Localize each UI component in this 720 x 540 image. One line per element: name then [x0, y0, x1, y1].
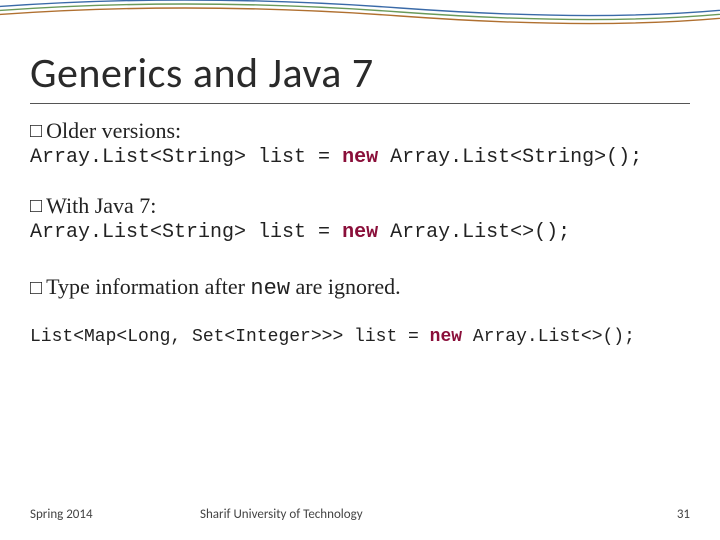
bullet-type-info-ignored: □ Type information after new are ignored… [30, 274, 690, 301]
keyword-new: new [342, 221, 378, 244]
slide-content: Generics and Java 7 □ Older versions: Ar… [30, 48, 690, 347]
code-java7: Array.List<String> list = new Array.List… [30, 221, 690, 244]
bullet-text: With Java 7: [46, 193, 156, 219]
bullet-box-icon: □ [30, 196, 42, 216]
footer-term: Spring 2014 [30, 507, 200, 522]
inline-code-new: new [250, 276, 290, 301]
title-underline [30, 103, 690, 104]
bullet-box-icon: □ [30, 121, 42, 141]
keyword-new: new [342, 146, 378, 169]
slide-footer: Spring 2014 Sharif University of Technol… [30, 507, 690, 522]
bullet-with-java7: □ With Java 7: [30, 193, 690, 219]
code-complex: List<Map<Long, Set<Integer>>> list = new… [30, 327, 690, 347]
code-older: Array.List<String> list = new Array.List… [30, 146, 690, 169]
bullet-text: Type information after new are ignored. [46, 274, 401, 301]
keyword-new: new [430, 327, 462, 347]
decorative-top-border [0, 0, 720, 30]
bullet-older-versions: □ Older versions: [30, 118, 690, 144]
page-number: 31 [677, 507, 690, 522]
slide-title: Generics and Java 7 [30, 48, 690, 99]
bullet-box-icon: □ [30, 278, 42, 298]
bullet-text: Older versions: [46, 118, 181, 144]
footer-university: Sharif University of Technology [200, 507, 363, 522]
